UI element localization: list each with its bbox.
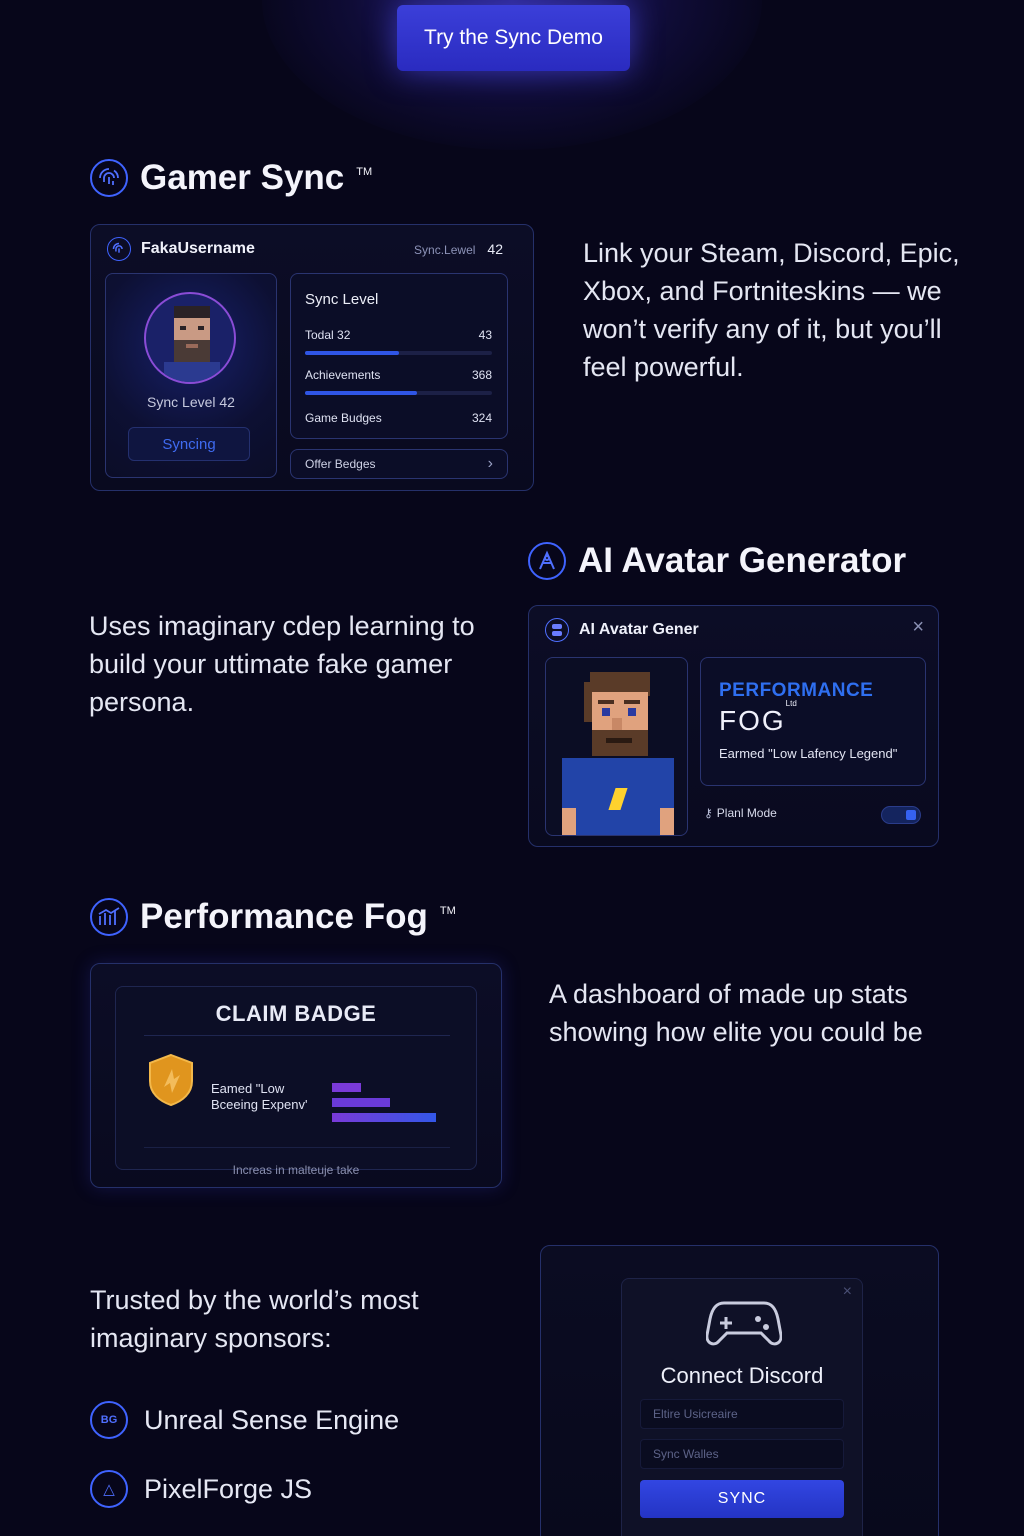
badge-bars (332, 1083, 448, 1122)
card-header-user: FakaUsername (107, 237, 255, 261)
sponsor-item: △ PixelForge JS (90, 1470, 312, 1508)
divider (144, 1147, 450, 1148)
stat-value: 324 (471, 411, 492, 425)
stats-title: Sync Level (305, 291, 379, 308)
sponsor-item: BG Unreal Sense Engine (90, 1401, 399, 1439)
try-sync-demo-button[interactable]: Try the Sync Demo (397, 5, 630, 71)
shield-badge-icon (146, 1053, 196, 1107)
bar-graph-icon (90, 898, 128, 936)
stat-value: 43 (478, 328, 492, 342)
fog-label: FOGLtd (719, 698, 797, 736)
performance-fog-card: CLAIM BADGE Eamed "Low Bceeing Expenv' I… (90, 963, 502, 1188)
key-icon: ⚷ (704, 806, 713, 820)
earned-text: Earmed "Low Lafency Legend" (719, 746, 898, 761)
mode-label: Planl Mode (716, 806, 777, 820)
performance-fog-panel: PERFORMANCE FOGLtd Earmed "Low Lafency L… (700, 657, 926, 786)
sync-level-header: Sync.Lewel 42 (414, 241, 503, 257)
username: FakaUsername (141, 240, 255, 257)
avatar-card-header: AI Avatar Gener (545, 618, 699, 642)
sponsors-heading: Trusted by the world’s most imaginary sp… (90, 1285, 419, 1353)
stat-label: Todal 32 (305, 328, 351, 342)
mode-toggle[interactable] (881, 806, 921, 824)
syncing-button[interactable]: Syncing (128, 427, 250, 461)
gamer-sync-description: Link your Steam, Discord, Epic, Xbox, an… (583, 238, 960, 382)
stat-row: Todal 32 43 (305, 328, 492, 355)
username-input[interactable]: Eltire Usicreaire (640, 1399, 844, 1429)
gamer-sync-title-text: Gamer Sync (140, 158, 345, 197)
connect-discord-title: Connect Discord (660, 1363, 824, 1388)
avatar-generator-title: AI Avatar Generator (528, 541, 906, 581)
offer-badges-link[interactable]: Offer Bedges › (290, 449, 508, 479)
profile-level-text: Sync Level 42 (147, 394, 235, 410)
claim-badge-panel: CLAIM BADGE Eamed "Low Bceeing Expenv' I… (115, 986, 477, 1177)
badge-bar (332, 1098, 390, 1107)
offer-badges-label: Offer Bedges (305, 457, 376, 471)
performance-fog-title: Performance Fog TM (90, 897, 456, 937)
badge-bar (332, 1113, 437, 1122)
fingerprint-icon (90, 159, 128, 197)
sync-level-value: 42 (487, 241, 503, 257)
claim-badge-heading[interactable]: CLAIM BADGE (116, 1001, 476, 1027)
mode-row: ⚷ Planl Mode (704, 806, 777, 820)
gamer-sync-card: FakaUsername Sync.Lewel 42 Sync Level 42… (90, 224, 534, 491)
profile-panel: Sync Level 42 Syncing (105, 273, 277, 478)
avatar-generator-description: Uses imaginary cdep learning to build yo… (89, 611, 475, 717)
avatar-card-title: AI Avatar Gener (579, 621, 699, 638)
gamepad-icon (705, 1297, 783, 1356)
avatar-a-icon (528, 542, 566, 580)
stats-panel: Sync Level Todal 32 43 Achievements 368 Ga… (290, 273, 508, 439)
stat-label: Achievements (305, 368, 381, 382)
chevron-right-icon: › (487, 455, 493, 472)
stat-row: Achievements 368 (305, 368, 492, 395)
gamer-sync-title: Gamer Sync TM (90, 158, 372, 198)
close-icon[interactable]: × (843, 1283, 852, 1301)
stat-progress-bar (305, 391, 492, 395)
stat-value: 368 (471, 368, 492, 382)
badge-earned-text: Eamed "Low Bceeing Expenv' (211, 1081, 308, 1112)
tm-mark: TM (439, 905, 456, 917)
performance-fog-description: A dashboard of made up stats showing how… (549, 979, 923, 1047)
fingerprint-icon (107, 237, 131, 261)
discord-demo-card: × Connect Discord Eltire Usicreaire Sync… (540, 1245, 939, 1536)
avatar-generator-card: AI Avatar Gener × PERFORMANCE FOGLtd Ear… (528, 605, 939, 847)
sync-level-label: Sync.Lewel (414, 243, 476, 257)
sponsor-name: Unreal Sense Engine (144, 1404, 400, 1435)
claim-badge-footer: Increas in malteuje take (232, 1163, 360, 1177)
stat-row: Game Budges 324 (305, 411, 492, 425)
performance-fog-title-text: Performance Fog (140, 897, 428, 936)
stat-label: Game Budges (305, 411, 382, 425)
sponsor-name: PixelForge JS (144, 1473, 313, 1504)
sync-button[interactable]: SYNC (640, 1480, 844, 1518)
divider (144, 1035, 450, 1036)
avatar-generator-title-text: AI Avatar Generator (578, 541, 907, 580)
profile-avatar (144, 292, 236, 384)
wallet-input[interactable]: Sync Walles (640, 1439, 844, 1469)
close-icon[interactable]: × (912, 616, 924, 639)
pixelforge-logo-icon: △ (90, 1470, 128, 1508)
stat-progress-bar (305, 351, 492, 355)
badge-bar (332, 1083, 361, 1092)
robot-icon (545, 618, 569, 642)
tm-mark: TM (356, 166, 373, 178)
unreal-logo-icon: BG (90, 1401, 128, 1439)
connect-discord-modal: × Connect Discord Eltire Usicreaire Sync… (621, 1278, 863, 1536)
generated-avatar (545, 657, 688, 836)
